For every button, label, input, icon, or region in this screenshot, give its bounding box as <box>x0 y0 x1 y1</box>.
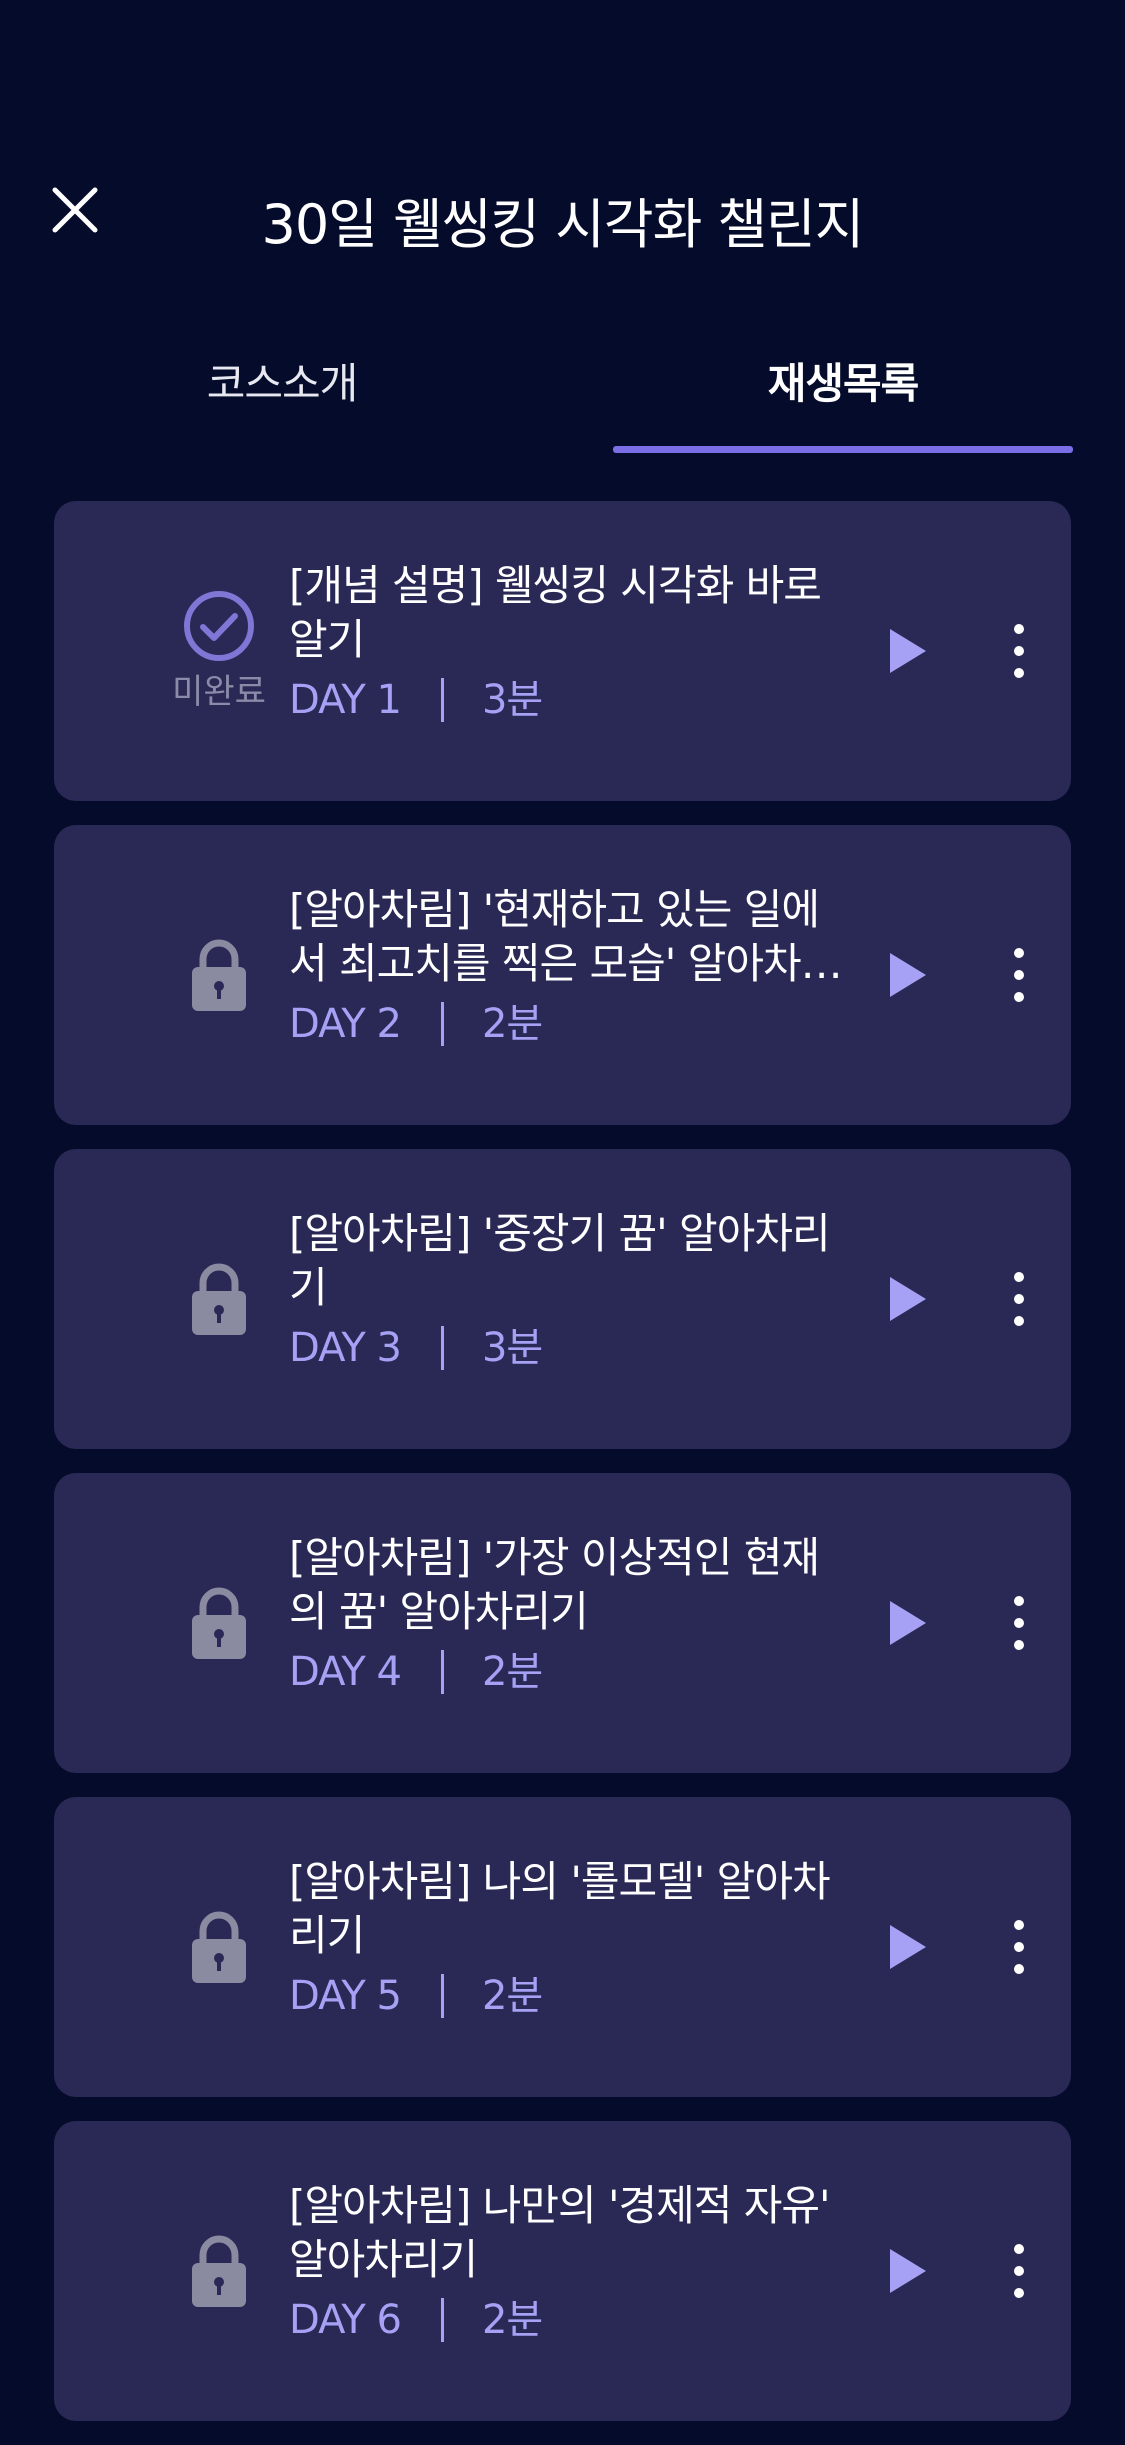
episode-info: [개념 설명] 웰씽킹 시각화 바로 알기 DAY 1 3분 <box>289 559 849 725</box>
episode-title: [알아차림] '중장기 꿈' 알아차리기 <box>289 1209 831 1312</box>
play-icon <box>890 1601 926 1645</box>
more-options-button[interactable] <box>989 1259 1049 1339</box>
episode-duration: 2분 <box>481 1649 543 1695</box>
lock-icon <box>192 939 246 1011</box>
episode-title: [알아차림] '가장 이상적인 현재의 꿈' 알아차리기 <box>289 1533 820 1636</box>
episode-card[interactable]: [알아차림] 나만의 '경제적 자유' 알아차리기 DAY 6 2분 <box>54 2121 1071 2421</box>
episode-title: [알아차림] 나의 '롤모델' 알아차리기 <box>289 1857 831 1960</box>
episode-card[interactable]: [알아차림] '중장기 꿈' 알아차리기 DAY 3 3분 <box>54 1149 1071 1449</box>
page-title: 30일 웰씽킹 시각화 챌린지 <box>261 193 864 256</box>
play-icon <box>890 629 926 673</box>
tab-course-intro[interactable]: 코스소개 <box>52 350 512 411</box>
lock-icon <box>192 1263 246 1335</box>
episode-meta: DAY 4 2분 <box>289 1647 849 1697</box>
more-vertical-icon <box>1014 2244 1024 2298</box>
play-button[interactable] <box>876 1915 940 1979</box>
episode-list: 미완료 [개념 설명] 웰씽킹 시각화 바로 알기 DAY 1 3분 [알아차림… <box>54 501 1071 2445</box>
more-vertical-icon <box>1014 1920 1024 1974</box>
episode-info: [알아차림] 나의 '롤모델' 알아차리기 DAY 5 2분 <box>289 1855 849 2021</box>
episode-duration: 2분 <box>481 1001 543 1047</box>
more-options-button[interactable] <box>989 935 1049 1015</box>
play-icon <box>890 1277 926 1321</box>
episode-meta: DAY 5 2분 <box>289 1971 849 2021</box>
tab-playlist[interactable]: 재생목록 <box>613 350 1073 411</box>
episode-info: [알아차림] 나만의 '경제적 자유' 알아차리기 DAY 6 2분 <box>289 2179 849 2345</box>
more-vertical-icon <box>1014 948 1024 1002</box>
episode-duration: 3분 <box>481 677 543 723</box>
lock-icon <box>192 2235 246 2307</box>
meta-divider <box>440 2298 444 2342</box>
episode-duration: 3분 <box>481 1325 543 1371</box>
header: 30일 웰씽킹 시각화 챌린지 <box>0 150 1125 280</box>
episode-card[interactable]: 미완료 [개념 설명] 웰씽킹 시각화 바로 알기 DAY 1 3분 <box>54 501 1071 801</box>
episode-day: DAY 4 <box>289 1649 402 1695</box>
episode-card[interactable]: [알아차림] 나의 '롤모델' 알아차리기 DAY 5 2분 <box>54 1797 1071 2097</box>
active-tab-indicator <box>613 446 1073 453</box>
more-options-button[interactable] <box>989 1583 1049 1663</box>
more-options-button[interactable] <box>989 611 1049 691</box>
episode-title: [알아차림] '현재하고 있는 일에서 최고치를 찍은 모습' 알아차리기 <box>289 885 839 988</box>
episode-title: [개념 설명] 웰씽킹 시각화 바로 알기 <box>289 561 822 664</box>
episode-meta: DAY 6 2분 <box>289 2295 849 2345</box>
episode-card[interactable]: [알아차림] '가장 이상적인 현재의 꿈' 알아차리기 DAY 4 2분 <box>54 1473 1071 1773</box>
meta-divider <box>440 1002 444 1046</box>
episode-day: DAY 2 <box>289 1001 402 1047</box>
episode-info: [알아차림] '가장 이상적인 현재의 꿈' 알아차리기 DAY 4 2분 <box>289 1531 849 1697</box>
play-button[interactable] <box>876 2239 940 2303</box>
meta-divider <box>440 678 444 722</box>
meta-divider <box>440 1650 444 1694</box>
status-label: 미완료 <box>172 671 266 712</box>
episode-duration: 2분 <box>481 2297 543 2343</box>
play-button[interactable] <box>876 943 940 1007</box>
episode-day: DAY 3 <box>289 1325 402 1371</box>
tab-bar: 코스소개 재생목록 <box>0 330 1125 455</box>
episode-info: [알아차림] '현재하고 있는 일에서 최고치를 찍은 모습' 알아차리기 DA… <box>289 883 849 1049</box>
episode-info: [알아차림] '중장기 꿈' 알아차리기 DAY 3 3분 <box>289 1207 849 1373</box>
play-icon <box>890 953 926 997</box>
play-button[interactable] <box>876 619 940 683</box>
play-button[interactable] <box>876 1591 940 1655</box>
episode-day: DAY 5 <box>289 1973 402 2019</box>
more-vertical-icon <box>1014 1272 1024 1326</box>
play-button[interactable] <box>876 1267 940 1331</box>
meta-divider <box>440 1326 444 1370</box>
episode-day: DAY 1 <box>289 677 402 723</box>
more-options-button[interactable] <box>989 1907 1049 1987</box>
episode-meta: DAY 2 2분 <box>289 999 849 1049</box>
episode-duration: 2분 <box>481 1973 543 2019</box>
episode-meta: DAY 1 3분 <box>289 675 849 725</box>
meta-divider <box>440 1974 444 2018</box>
more-options-button[interactable] <box>989 2231 1049 2311</box>
play-icon <box>890 1925 926 1969</box>
lock-icon <box>192 1587 246 1659</box>
more-vertical-icon <box>1014 624 1024 678</box>
lock-icon <box>192 1911 246 1983</box>
episode-meta: DAY 3 3분 <box>289 1323 849 1373</box>
episode-card[interactable]: [알아차림] '현재하고 있는 일에서 최고치를 찍은 모습' 알아차리기 DA… <box>54 825 1071 1125</box>
check-circle-icon <box>184 590 254 661</box>
more-vertical-icon <box>1014 1596 1024 1650</box>
episode-day: DAY 6 <box>289 2297 402 2343</box>
episode-title: [알아차림] 나만의 '경제적 자유' 알아차리기 <box>289 2181 831 2284</box>
play-icon <box>890 2249 926 2293</box>
